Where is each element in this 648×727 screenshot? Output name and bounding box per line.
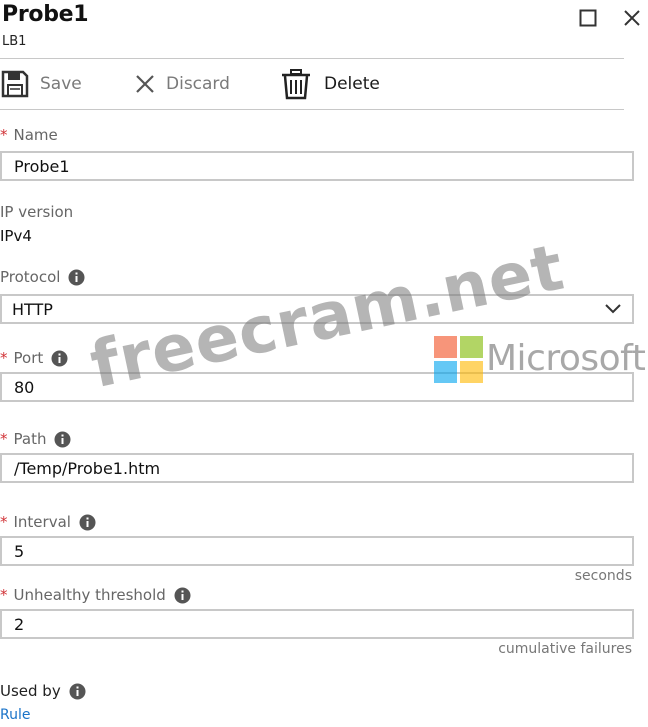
info-icon[interactable] xyxy=(174,587,191,604)
save-button[interactable]: Save xyxy=(0,66,82,102)
interval-label-text: Interval xyxy=(13,513,71,531)
required-marker: * xyxy=(0,430,8,448)
protocol-label: Protocol xyxy=(0,268,85,286)
protocol-label-text: Protocol xyxy=(0,268,61,286)
required-marker: * xyxy=(0,126,8,144)
path-label: * Path xyxy=(0,430,71,448)
interval-unit: seconds xyxy=(574,568,632,584)
required-marker: * xyxy=(0,349,8,367)
path-input[interactable] xyxy=(0,453,634,483)
port-label: * Port xyxy=(0,349,68,367)
unhealthy-threshold-input[interactable] xyxy=(0,609,634,639)
info-icon[interactable] xyxy=(51,350,68,367)
protocol-selected-value: HTTP xyxy=(12,299,53,319)
name-label: * Name xyxy=(0,126,58,144)
info-icon[interactable] xyxy=(79,514,96,531)
maximize-icon xyxy=(579,9,597,27)
discard-button[interactable]: Discard xyxy=(134,66,230,102)
name-input[interactable] xyxy=(0,151,634,181)
unhealthy-threshold-label-text: Unhealthy threshold xyxy=(13,586,166,604)
delete-label: Delete xyxy=(324,74,380,94)
path-label-text: Path xyxy=(13,430,47,448)
delete-button[interactable]: Delete xyxy=(280,66,380,102)
blade-title: Probe1 xyxy=(2,2,89,27)
interval-input[interactable] xyxy=(0,536,634,566)
discard-label: Discard xyxy=(166,74,230,94)
toolbar-divider-bottom xyxy=(0,109,624,110)
blade-subtitle: LB1 xyxy=(2,34,27,49)
save-label: Save xyxy=(40,74,82,94)
maximize-button[interactable] xyxy=(578,8,598,28)
protocol-select[interactable]: HTTP xyxy=(0,294,634,324)
used-by-rule-link[interactable]: Rule xyxy=(0,707,30,723)
info-icon[interactable] xyxy=(68,269,85,286)
port-input[interactable] xyxy=(0,372,634,402)
unhealthy-threshold-unit: cumulative failures xyxy=(498,641,632,657)
interval-label: * Interval xyxy=(0,513,96,531)
info-icon[interactable] xyxy=(69,683,86,700)
used-by-label: Used by xyxy=(0,682,86,700)
required-marker: * xyxy=(0,513,8,531)
ip-version-label-text: IP version xyxy=(0,203,74,221)
close-icon xyxy=(624,10,640,26)
used-by-label-text: Used by xyxy=(0,682,61,700)
save-icon xyxy=(1,70,29,98)
trash-icon xyxy=(282,69,310,100)
ip-version-label: IP version xyxy=(0,203,73,221)
name-label-text: Name xyxy=(13,126,58,144)
toolbar-divider-top xyxy=(0,58,624,59)
chevron-down-icon xyxy=(604,303,622,315)
ip-version-value: IPv4 xyxy=(0,227,32,245)
port-label-text: Port xyxy=(13,349,44,367)
unhealthy-threshold-label: * Unhealthy threshold xyxy=(0,586,191,604)
required-marker: * xyxy=(0,586,8,604)
discard-icon xyxy=(136,75,154,93)
info-icon[interactable] xyxy=(54,431,71,448)
close-button[interactable] xyxy=(622,8,642,28)
